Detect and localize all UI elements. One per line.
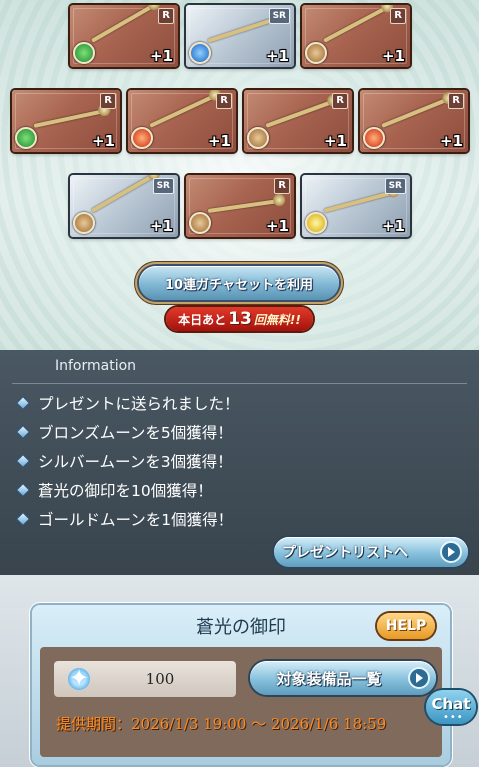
plus-level-label: +1 [381, 217, 405, 235]
rarity-badge: SR [152, 178, 174, 194]
diamond-bullet-icon [15, 482, 31, 497]
free-draws-remaining-badge: 本日あと 13 回無料!! [166, 307, 313, 331]
rarity-badge: R [390, 8, 406, 24]
wind-element-icon [73, 42, 95, 64]
information-message: シルバームーンを3個獲得！ [15, 446, 240, 475]
present-list-label: プレゼントリストへ [282, 545, 408, 561]
weapon-card[interactable]: R +1 [12, 90, 120, 152]
weapon-card[interactable]: R +1 [302, 5, 410, 67]
water-element-icon [189, 42, 211, 64]
arrow-right-circle-icon [408, 667, 430, 689]
plus-level-label: +1 [323, 132, 347, 150]
rarity-badge: SR [268, 8, 290, 24]
rarity-badge: R [216, 93, 232, 109]
ten-draw-gacha-set-button-face[interactable]: 10連ガチャセットを利用 [139, 266, 339, 300]
item-panel: 蒼光の御印 HELP 100 対象装備品一覧 提供期間：2026/1/3 19:… [32, 605, 450, 765]
availability-period: 提供期間：2026/1/3 19:00 〜 2026/1/6 18:59 [56, 715, 387, 733]
information-message-list: プレゼントに送られました！ ブロンズムーンを5個獲得！ シルバームーンを3個獲得… [15, 388, 240, 533]
weapon-card[interactable]: R +1 [244, 90, 352, 152]
help-button[interactable]: HELP [377, 613, 435, 639]
plus-level-label: +1 [439, 132, 463, 150]
earth-element-icon [73, 212, 95, 234]
diamond-bullet-icon [15, 453, 31, 468]
information-panel: Information プレゼントに送られました！ ブロンズムーンを5個獲得！ … [0, 350, 479, 575]
information-message-text: ゴールドムーンを1個獲得！ [38, 510, 234, 529]
earth-element-icon [305, 42, 327, 64]
diamond-bullet-icon [15, 511, 31, 526]
blue-light-seal-icon [64, 664, 94, 694]
ten-draw-gacha-set-label: 10連ガチャセットを利用 [165, 277, 313, 293]
information-message: ブロンズムーンを5個獲得！ [15, 417, 240, 446]
information-message-text: 蒼光の御印を10個獲得！ [38, 481, 213, 500]
plus-level-label: +1 [265, 217, 289, 235]
fire-element-icon [363, 127, 385, 149]
gacha-results-area: R +1 SR +1 R +1 R +1 R +1 R +1 R +1 SR +1 R +1 SR +1 10連ガチャ… [0, 0, 479, 350]
information-message: 蒼光の御印を10個獲得！ [15, 475, 240, 504]
weapon-card[interactable]: R +1 [128, 90, 236, 152]
rarity-badge: R [332, 93, 348, 109]
earth-element-icon [247, 127, 269, 149]
weapon-card[interactable]: R +1 [360, 90, 468, 152]
rarity-badge: R [448, 93, 464, 109]
rarity-badge: SR [384, 178, 406, 194]
item-count-box: 100 [54, 661, 236, 697]
plus-level-label: +1 [91, 132, 115, 150]
target-equipment-list-button[interactable]: 対象装備品一覧 [250, 661, 436, 695]
present-list-button[interactable]: プレゼントリストへ [274, 537, 468, 567]
rarity-badge: R [158, 8, 174, 24]
information-message-text: ブロンズムーンを5個獲得！ [38, 423, 233, 442]
wind-element-icon [15, 127, 37, 149]
information-message: プレゼントに送られました！ [15, 388, 240, 417]
rarity-badge: R [274, 178, 290, 194]
diamond-bullet-icon [15, 395, 31, 410]
free-badge-suffix: 回無料!! [253, 313, 301, 327]
item-count: 100 [145, 670, 175, 688]
plus-level-label: +1 [149, 217, 173, 235]
weapon-card[interactable]: SR +1 [70, 175, 178, 237]
target-equipment-list-label: 対象装備品一覧 [276, 669, 382, 688]
rarity-badge: R [100, 93, 116, 109]
chat-button[interactable]: Chat ••• [426, 690, 476, 732]
information-title: Information [55, 358, 137, 374]
item-detail-box: 100 対象装備品一覧 提供期間：2026/1/3 19:00 〜 2026/1… [40, 647, 442, 757]
light-element-icon [305, 212, 327, 234]
weapon-card[interactable]: SR +1 [302, 175, 410, 237]
information-message-text: プレゼントに送られました！ [38, 394, 240, 413]
diamond-bullet-icon [15, 424, 31, 439]
plus-level-label: +1 [265, 47, 289, 65]
fire-element-icon [131, 127, 153, 149]
earth-element-icon [189, 212, 211, 234]
free-badge-prefix: 本日あと [178, 313, 227, 327]
ten-draw-gacha-set-button[interactable]: 10連ガチャセットを利用 [139, 266, 339, 308]
arrow-right-circle-icon [440, 541, 462, 563]
information-message: ゴールドムーンを1個獲得！ [15, 504, 240, 533]
plus-level-label: +1 [381, 47, 405, 65]
bottom-area: 蒼光の御印 HELP 100 対象装備品一覧 提供期間：2026/1/3 19:… [0, 575, 479, 767]
weapon-card[interactable]: R +1 [70, 5, 178, 67]
weapon-card[interactable]: SR +1 [186, 5, 294, 67]
plus-level-label: +1 [207, 132, 231, 150]
chat-dots: ••• [443, 712, 464, 723]
information-divider [12, 383, 467, 384]
information-message-text: シルバームーンを3個獲得！ [38, 452, 233, 471]
weapon-card[interactable]: R +1 [186, 175, 294, 237]
plus-level-label: +1 [149, 47, 173, 65]
free-draws-count: 13 [228, 309, 252, 329]
